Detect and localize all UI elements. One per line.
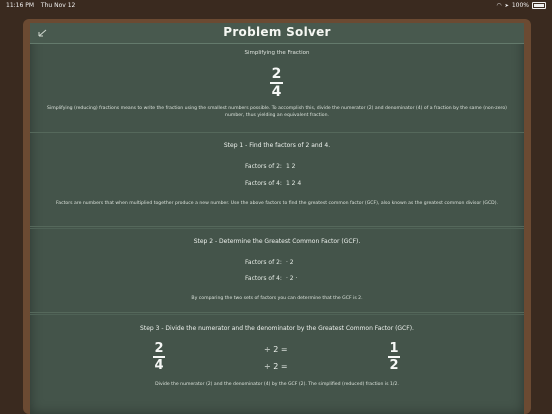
chalkboard: Problem Solver Simplifying the Fraction …	[30, 23, 524, 414]
battery-percent: 100%	[511, 2, 529, 9]
fraction-denominator: 4	[271, 83, 282, 100]
factor-label: Factors of 2:	[245, 259, 282, 266]
divider	[30, 312, 524, 313]
header-bar: Problem Solver	[30, 23, 524, 44]
divider	[30, 226, 524, 227]
step3-note: Divide the numerator (2) and the denomin…	[155, 382, 399, 387]
step2-row-2: Factors of 2: · 2	[245, 259, 294, 266]
fraction-numerator: 1	[389, 341, 399, 356]
divide-numerator: ÷ 2 =	[264, 345, 288, 354]
battery-icon	[532, 2, 546, 9]
step2-title: Step 2 - Determine the Greatest Common F…	[193, 238, 361, 245]
status-time: 11:16 PM	[6, 2, 34, 9]
factor-label: Factors of 4:	[245, 180, 282, 187]
subtitle: Simplifying the Fraction	[244, 50, 310, 56]
status-left: 11:16 PM Thu Nov 12	[6, 2, 80, 9]
factor-values: · 2	[285, 259, 294, 266]
step3-original-fraction: 2 4	[153, 341, 165, 373]
factor-values: 1 2 4	[285, 180, 302, 187]
step3-result-fraction: 1 2	[388, 341, 400, 373]
factor-values: · 2 ·	[285, 275, 298, 282]
fraction-denominator: 4	[154, 357, 164, 373]
main-fraction: 2 4	[270, 66, 283, 100]
step2-row-4: Factors of 4: · 2 ·	[245, 275, 297, 282]
fraction-denominator: 2	[389, 357, 399, 373]
step1-row-4: Factors of 4: 1 2 4	[245, 180, 301, 187]
page-title: Problem Solver	[223, 25, 331, 39]
intro-text: Simplifying (reducing) fractions means t…	[47, 106, 507, 118]
fraction-numerator: 2	[154, 341, 164, 356]
status-date: Thu Nov 12	[40, 2, 76, 9]
status-bar: 11:16 PM Thu Nov 12 ◠ ➤ 100%	[0, 0, 552, 12]
divide-denominator: ÷ 2 =	[264, 362, 288, 371]
step3-title: Step 3 - Divide the numerator and the de…	[140, 325, 414, 332]
factor-label: Factors of 2:	[245, 163, 282, 170]
factor-label: Factors of 4:	[245, 275, 282, 282]
step2-note: By comparing the two sets of factors you…	[191, 296, 363, 301]
step1-note: Factors are numbers that when multiplied…	[56, 201, 498, 206]
divider	[30, 228, 524, 229]
step1-row-2: Factors of 2: 1 2	[245, 163, 295, 170]
step1-title: Step 1 - Find the factors of 2 and 4.	[223, 142, 331, 149]
divider	[30, 314, 524, 315]
wifi-icon: ◠	[496, 2, 502, 9]
fraction-numerator: 2	[271, 66, 282, 82]
factor-values: 1 2	[285, 163, 296, 170]
status-right: ◠ ➤ 100%	[496, 2, 546, 9]
location-icon: ➤	[504, 2, 509, 9]
divider	[30, 132, 524, 133]
